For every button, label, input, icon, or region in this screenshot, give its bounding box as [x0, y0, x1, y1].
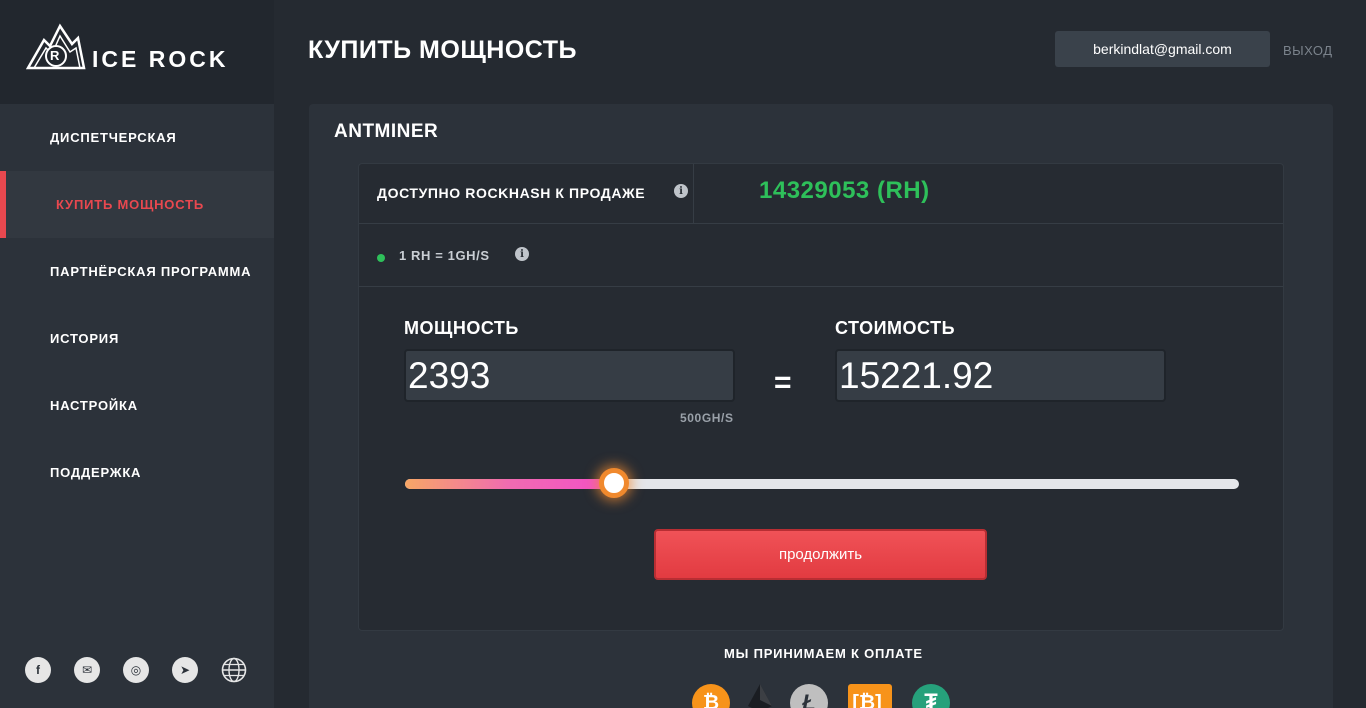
bitcoin-cash-icon: [₿]: [848, 684, 892, 708]
page-title: КУПИТЬ МОЩНОСТЬ: [308, 36, 577, 64]
unit-hint: 500GH/S: [680, 411, 734, 425]
rate-row: 1 RH = 1GH/S i: [359, 225, 1283, 287]
sidebar-item-history[interactable]: ИСТОРИЯ: [0, 305, 274, 372]
panel-title: ANTMINER: [334, 121, 439, 142]
sidebar-nav: ДИСПЕТЧЕРСКАЯ КУПИТЬ МОЩНОСТЬ ПАРТНЁРСКА…: [0, 104, 274, 506]
available-value: 14329053 (RH): [759, 177, 930, 204]
instagram-icon[interactable]: ◎: [123, 657, 149, 683]
facebook-icon[interactable]: f: [25, 657, 51, 683]
sidebar: R ICE ROCK ДИСПЕТЧЕРСКАЯ КУПИТЬ МОЩНОСТЬ…: [0, 0, 274, 708]
info-icon[interactable]: i: [674, 184, 688, 198]
telegram-icon[interactable]: ➤: [172, 657, 198, 683]
logo[interactable]: R ICE ROCK: [0, 0, 274, 104]
payment-methods-label: МЫ ПРИНИМАЕМ К ОПЛАТЕ: [724, 646, 923, 661]
sidebar-item-dashboard[interactable]: ДИСПЕТЧЕРСКАЯ: [0, 104, 274, 171]
power-input[interactable]: [404, 349, 735, 402]
equals-sign: =: [774, 366, 792, 399]
social-links: f ✉ ◎ ➤: [25, 657, 247, 683]
logout-link[interactable]: ВЫХОД: [1283, 43, 1333, 58]
ethereum-icon: [748, 684, 772, 708]
divider: [693, 164, 694, 224]
mail-icon[interactable]: ✉: [74, 657, 100, 683]
mountain-logo-icon: [26, 23, 86, 70]
logo-letter: R: [50, 48, 60, 63]
rate-label: 1 RH = 1GH/S: [399, 248, 490, 263]
power-slider[interactable]: [405, 468, 1239, 498]
power-label: МОЩНОСТЬ: [404, 318, 519, 338]
slider-thumb[interactable]: [598, 468, 629, 498]
slider-fill: [405, 479, 614, 489]
cost-label: СТОИМОСТЬ: [835, 318, 956, 338]
user-email-button[interactable]: berkindlat@gmail.com: [1055, 31, 1270, 67]
globe-icon[interactable]: [221, 657, 247, 683]
continue-button[interactable]: продолжить: [654, 529, 987, 580]
availability-row: ДОСТУПНО ROCKHASH К ПРОДАЖЕ i 14329053 (…: [359, 164, 1283, 224]
info-icon[interactable]: i: [515, 247, 529, 261]
sidebar-item-partner-program[interactable]: ПАРТНЁРСКАЯ ПРОГРАММА: [0, 238, 274, 305]
sidebar-item-support[interactable]: ПОДДЕРЖКА: [0, 439, 274, 506]
status-dot: [377, 254, 385, 262]
sidebar-item-settings[interactable]: НАСТРОЙКА: [0, 372, 274, 439]
available-label: ДОСТУПНО ROCKHASH К ПРОДАЖЕ: [377, 185, 646, 201]
cost-input[interactable]: [835, 349, 1166, 402]
brand-name: ICE ROCK: [92, 46, 229, 72]
sidebar-item-buy-power[interactable]: КУПИТЬ МОЩНОСТЬ: [0, 171, 274, 238]
